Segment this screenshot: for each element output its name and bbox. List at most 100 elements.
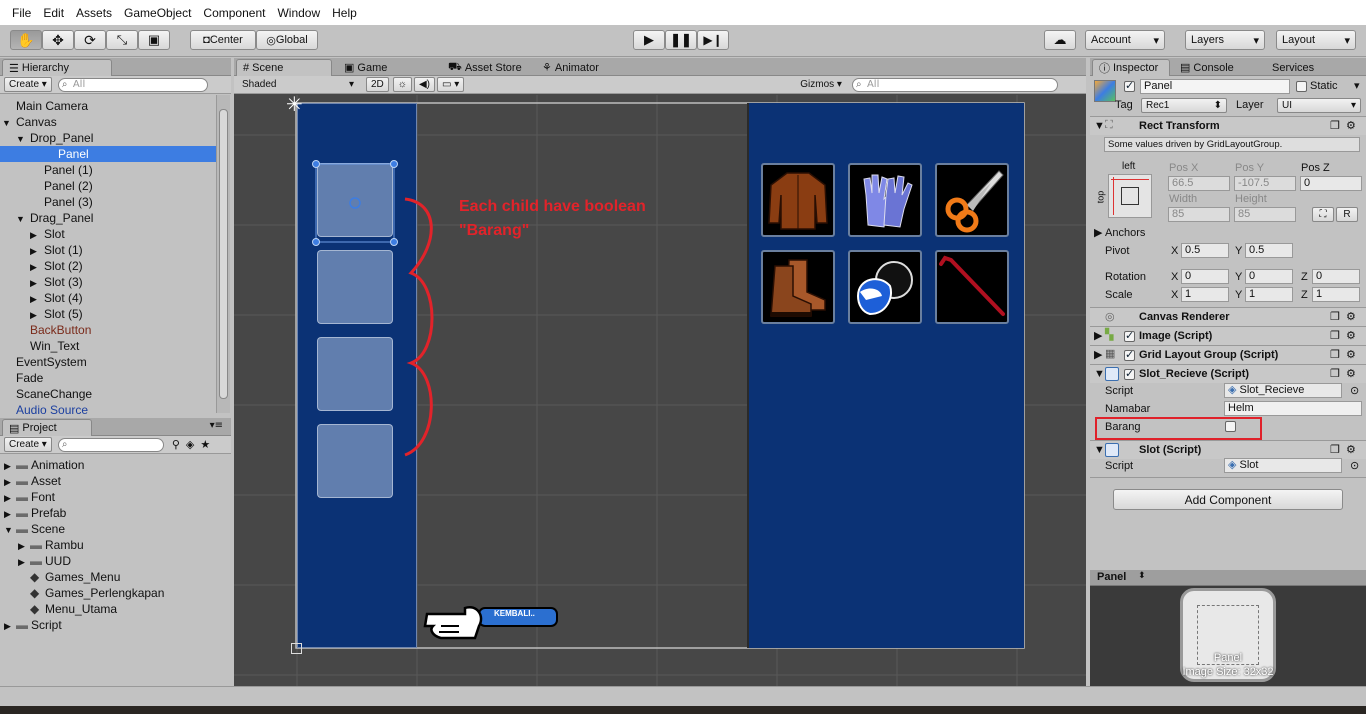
rotation-z-input[interactable]: 0 [1312, 269, 1360, 284]
expand-arrow-icon[interactable]: ▼ [16, 211, 30, 227]
expand-arrow-icon[interactable]: ▶ [4, 618, 16, 634]
hierarchy-item[interactable]: Panel (3) [0, 194, 216, 210]
tab-game[interactable]: ▣ Game [338, 59, 393, 76]
gear-icon[interactable]: ⚙ [1346, 348, 1356, 362]
hand-tool-button[interactable]: ✋ [10, 30, 42, 50]
hierarchy-item[interactable]: EventSystem [0, 354, 216, 370]
expand-arrow-icon[interactable]: ▶ [30, 307, 44, 323]
tab-project[interactable]: ▤ Project [2, 419, 92, 436]
hierarchy-item[interactable]: ScaneChange [0, 386, 216, 402]
collapse-arrow-icon[interactable]: ▶ [1094, 329, 1102, 343]
help-icon[interactable]: ❐ [1330, 367, 1340, 381]
layers-dropdown[interactable]: Layers ▾ [1185, 30, 1265, 50]
expand-arrow-icon[interactable]: ▶ [30, 243, 44, 259]
filter-label-icon[interactable]: ◈ [186, 438, 194, 451]
expand-arrow-icon[interactable]: ▼ [4, 522, 16, 538]
project-search-input[interactable]: ⌕ [57, 437, 164, 452]
object-picker-icon[interactable]: ⊙ [1350, 384, 1359, 398]
blueprint-button[interactable]: ⛶ [1312, 207, 1334, 222]
lighting-toggle[interactable]: ☼ [392, 77, 412, 92]
slot-script-field[interactable]: ◈ Slot [1224, 458, 1342, 473]
rotation-y-input[interactable]: 0 [1245, 269, 1293, 284]
shading-dropdown[interactable]: Shaded ▾ [238, 77, 358, 92]
menu-help[interactable]: Help [326, 6, 363, 20]
project-item[interactable]: ▶ ▬ Font [0, 489, 231, 505]
project-item[interactable]: ▶ ▬ Animation [0, 457, 231, 473]
hierarchy-scrollbar[interactable] [216, 95, 230, 413]
collapse-arrow-icon[interactable]: ▶ [1094, 226, 1102, 240]
help-icon[interactable]: ❐ [1330, 443, 1340, 457]
drop-slot[interactable] [317, 424, 393, 498]
tab-inspector[interactable]: ⓘ Inspector [1092, 59, 1170, 76]
help-icon[interactable]: ❐ [1330, 310, 1340, 324]
project-item[interactable]: ▼ ▬ Scene [0, 521, 231, 537]
step-button[interactable]: ▶❙ [697, 30, 729, 50]
expand-arrow-icon[interactable]: ▶ [30, 291, 44, 307]
panel-menu-icon[interactable]: ▾≡ [210, 420, 223, 431]
collapse-arrow-icon[interactable]: ▼ [1094, 119, 1105, 133]
raw-edit-button[interactable]: R [1336, 207, 1358, 222]
audio-toggle[interactable]: ◀) [413, 77, 435, 92]
script-field[interactable]: ◈ Slot_Recieve [1224, 383, 1342, 398]
tab-scene[interactable]: # Scene [236, 59, 332, 76]
pivot-center-button[interactable]: ◘ Center [190, 30, 256, 50]
rect-transform-header[interactable]: ▼ ⛶ Rect Transform ❐ ⚙ [1090, 116, 1366, 135]
posy-input[interactable]: -107.5 [1234, 176, 1296, 191]
pause-button[interactable]: ❚❚ [665, 30, 697, 50]
menu-file[interactable]: File [6, 6, 37, 20]
item-slot-jacket[interactable] [761, 163, 835, 237]
preview-dropdown-icon[interactable]: ⬍ [1138, 571, 1146, 581]
grid-layout-header[interactable]: ▶ ▦ Grid Layout Group (Script) ❐ ⚙ [1090, 345, 1366, 364]
menu-component[interactable]: Component [197, 6, 271, 20]
project-item[interactable]: ▶ ▬ Asset [0, 473, 231, 489]
static-dropdown-icon[interactable]: ▾ [1354, 79, 1360, 93]
canvas-renderer-header[interactable]: ◎ Canvas Renderer ❐ ⚙ [1090, 307, 1366, 326]
object-name-input[interactable]: Panel [1140, 79, 1290, 94]
star-icon[interactable]: ★ [200, 438, 210, 451]
expand-arrow-icon[interactable]: ▶ [4, 506, 16, 522]
help-icon[interactable]: ❐ [1330, 329, 1340, 343]
hierarchy-item[interactable]: ▼ Drag_Panel [0, 210, 216, 226]
scale-x-input[interactable]: 1 [1181, 287, 1229, 302]
tab-console[interactable]: ▤ Console [1174, 59, 1240, 76]
project-create-button[interactable]: Create ▾ [4, 437, 52, 452]
anchors-label[interactable]: Anchors [1105, 226, 1145, 240]
project-item[interactable]: ▶ ▬ Rambu [0, 537, 231, 553]
expand-arrow-icon[interactable]: ▶ [30, 259, 44, 275]
expand-arrow-icon[interactable]: ▶ [30, 227, 44, 243]
scroll-thumb[interactable] [219, 109, 228, 399]
menu-gameobject[interactable]: GameObject [118, 6, 197, 20]
hierarchy-item[interactable]: Panel (2) [0, 178, 216, 194]
expand-arrow-icon[interactable]: ▶ [4, 458, 16, 474]
expand-arrow-icon[interactable]: ▶ [4, 474, 16, 490]
namabar-input[interactable]: Helm [1224, 401, 1362, 416]
gizmos-dropdown[interactable]: Gizmos ▾ [796, 77, 846, 92]
tag-dropdown[interactable]: Rec1 ⬍ [1141, 98, 1227, 113]
hierarchy-item[interactable]: Fade [0, 370, 216, 386]
back-button[interactable] [419, 596, 559, 646]
help-icon[interactable]: ❐ [1330, 119, 1340, 133]
pivot-x-input[interactable]: 0.5 [1181, 243, 1229, 258]
project-item[interactable]: ▶ ▬ UUD [0, 553, 231, 569]
hierarchy-item[interactable]: ▼ Canvas [0, 114, 216, 130]
add-component-button[interactable]: Add Component [1113, 489, 1343, 510]
gear-icon[interactable]: ⚙ [1346, 119, 1356, 133]
posx-input[interactable]: 66.5 [1168, 176, 1230, 191]
preview-header[interactable]: Panel ⬍ [1090, 570, 1366, 586]
cloud-button[interactable]: ☁ [1044, 30, 1076, 50]
active-checkbox[interactable] [1124, 79, 1135, 92]
project-item[interactable]: ◆ Games_Perlengkapan [0, 585, 231, 601]
move-tool-button[interactable]: ✥ [42, 30, 74, 50]
expand-arrow-icon[interactable]: ▶ [18, 538, 30, 554]
project-item[interactable]: ▶ ▬ Script [0, 617, 231, 633]
tab-hierarchy[interactable]: ☰ Hierarchy [2, 59, 112, 76]
height-input[interactable]: 85 [1234, 207, 1296, 222]
hierarchy-item[interactable]: ▶ Slot (4) [0, 290, 216, 306]
project-item[interactable]: ◆ Games_Menu [0, 569, 231, 585]
scene-search-input[interactable]: ⌕ All [851, 77, 1058, 92]
grid-enabled-checkbox[interactable] [1124, 348, 1135, 361]
drop-slot[interactable] [317, 337, 393, 411]
expand-arrow-icon[interactable]: ▼ [16, 131, 30, 147]
anchor-preset-button[interactable] [1108, 174, 1152, 218]
hierarchy-item[interactable]: ▶ Slot (3) [0, 274, 216, 290]
